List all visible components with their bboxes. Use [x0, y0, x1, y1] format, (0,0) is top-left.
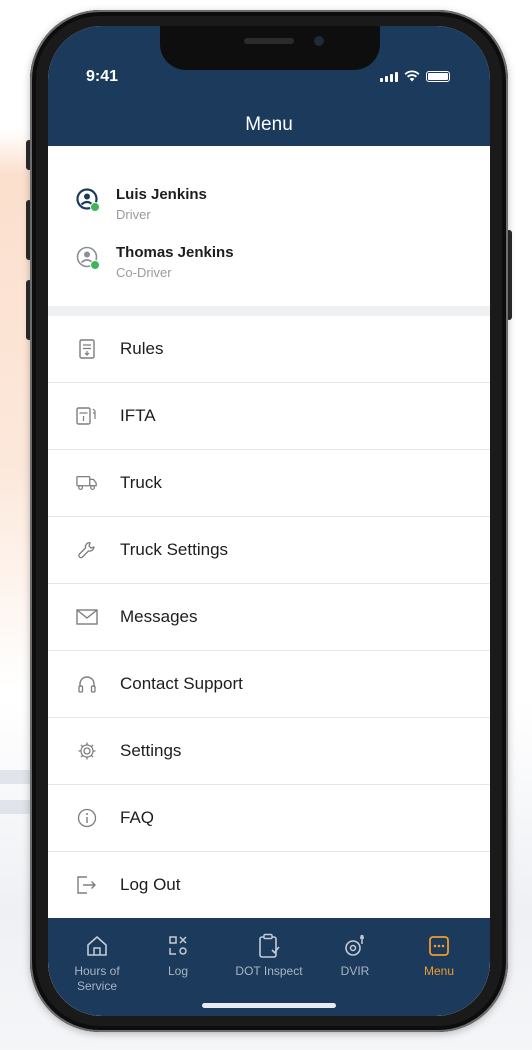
menu-item-ifta[interactable]: IFTA	[48, 383, 490, 450]
driver-avatar-icon	[76, 188, 100, 212]
tab-label: DVIR	[340, 964, 370, 978]
wrench-icon	[76, 539, 98, 561]
tab-label: Hours of Service	[74, 964, 120, 993]
menu-item-truck[interactable]: Truck	[48, 450, 490, 517]
menu-item-settings[interactable]: Settings	[48, 718, 490, 785]
speaker-grille	[244, 38, 294, 44]
menu-item-label: Contact Support	[120, 674, 243, 693]
home-icon	[62, 932, 132, 960]
online-status-dot	[90, 260, 100, 270]
menu-item-truck-settings[interactable]: Truck Settings	[48, 517, 490, 584]
tab-label: DOT Inspect	[235, 964, 303, 978]
status-time: 9:41	[86, 68, 119, 85]
menu-icon	[404, 932, 474, 960]
tab-hours-of-service[interactable]: Hours of Service	[62, 932, 132, 994]
menu-item-messages[interactable]: Messages	[48, 584, 490, 651]
tab-dvir[interactable]: DVIR	[320, 932, 390, 979]
front-camera	[314, 36, 324, 46]
menu-item-label: Log Out	[120, 875, 181, 894]
info-icon	[76, 807, 98, 829]
app-header: 9:41 Menu	[48, 26, 490, 146]
driver-name: Luis Jenkins	[116, 186, 207, 203]
menu-item-label: Truck Settings	[120, 540, 229, 559]
menu-item-contact-support[interactable]: Contact Support	[48, 651, 490, 718]
envelope-icon	[76, 606, 98, 628]
notch	[160, 26, 380, 70]
gear-icon	[76, 740, 98, 762]
clipboard-check-icon	[234, 932, 304, 960]
menu-item-rules[interactable]: Rules	[48, 316, 490, 383]
cellular-signal-icon	[380, 72, 398, 82]
phone-frame: 9:41 Menu Luis Jenkins Driver Thomas Jen…	[30, 10, 508, 1032]
rules-icon	[76, 338, 98, 360]
tab-label: Log	[167, 964, 189, 978]
menu-list: Rules IFTA Truck Truck Settings Messages…	[48, 316, 490, 919]
driver-item[interactable]: Luis Jenkins Driver	[76, 186, 207, 236]
fuel-receipt-icon	[76, 405, 98, 427]
tab-log[interactable]: Log	[143, 932, 213, 979]
home-indicator	[202, 1003, 336, 1008]
menu-item-label: Rules	[120, 339, 164, 358]
section-divider	[48, 306, 490, 316]
inspection-icon	[320, 932, 390, 960]
status-icons	[380, 70, 450, 82]
co-driver-item[interactable]: Thomas Jenkins Co-Driver	[76, 244, 234, 294]
wifi-icon	[404, 70, 420, 82]
tab-dot-inspect[interactable]: DOT Inspect	[234, 932, 304, 979]
online-status-dot	[90, 202, 100, 212]
driver-role: Driver	[116, 207, 151, 222]
drivers-section: Luis Jenkins Driver Thomas Jenkins Co-Dr…	[48, 146, 490, 306]
battery-icon	[426, 71, 450, 82]
co-driver-role: Co-Driver	[116, 265, 172, 280]
menu-item-label: Truck	[120, 473, 162, 492]
menu-item-faq[interactable]: FAQ	[48, 785, 490, 852]
phone-screen: 9:41 Menu Luis Jenkins Driver Thomas Jen…	[48, 26, 490, 1016]
menu-item-label: FAQ	[120, 808, 155, 827]
menu-item-label: IFTA	[120, 406, 156, 425]
tab-menu[interactable]: Menu	[404, 932, 474, 979]
co-driver-name: Thomas Jenkins	[116, 244, 234, 261]
log-grid-icon	[143, 932, 213, 960]
menu-item-label: Settings	[120, 741, 182, 760]
truck-icon	[76, 472, 98, 494]
logout-icon	[76, 874, 98, 896]
menu-item-log-out[interactable]: Log Out	[48, 852, 490, 919]
bottom-tab-bar: Hours of Service Log DOT Inspect DVIR Me…	[48, 918, 490, 1016]
co-driver-avatar-icon	[76, 246, 100, 270]
page-title: Menu	[245, 114, 293, 135]
tab-label: Menu	[423, 964, 455, 978]
headphones-icon	[76, 673, 98, 695]
menu-item-label: Messages	[120, 607, 198, 626]
